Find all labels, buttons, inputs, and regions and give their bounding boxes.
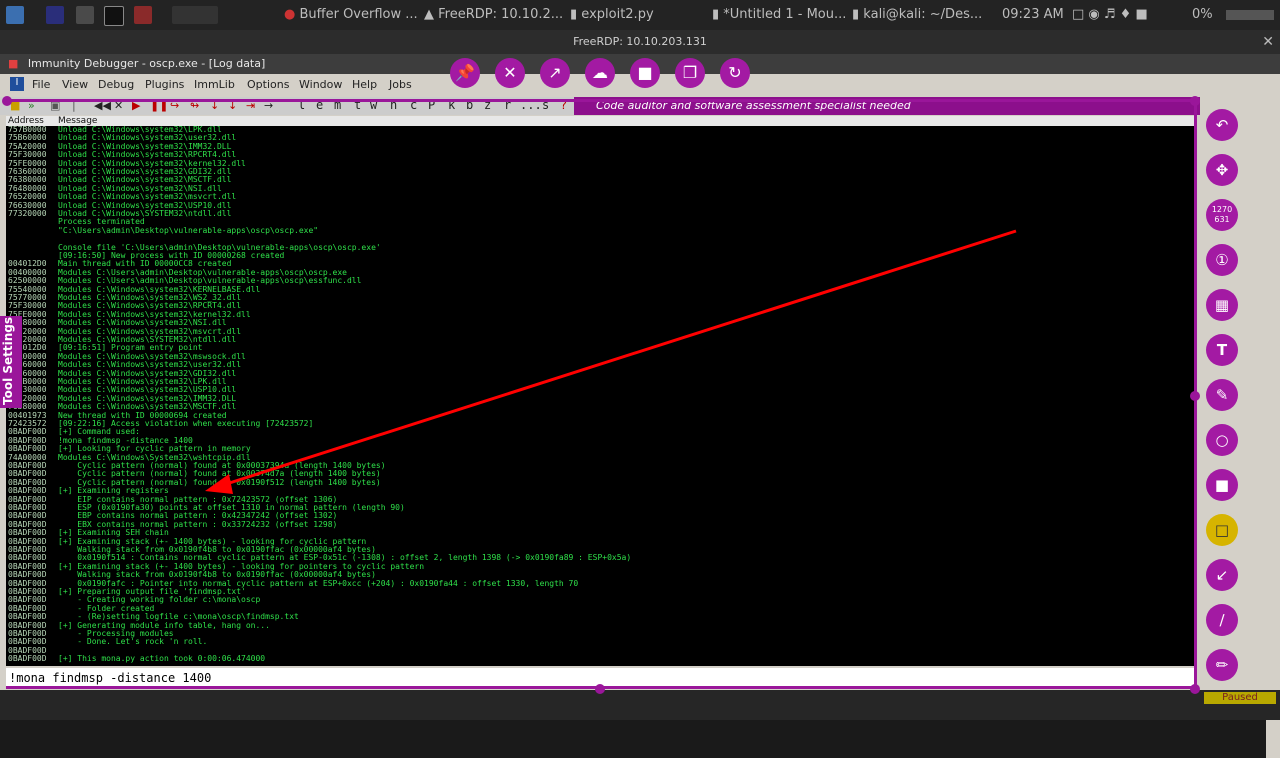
arrow-shaft bbox=[219, 229, 1017, 488]
arrow-head bbox=[205, 474, 233, 494]
annotation-arrow bbox=[205, 229, 1017, 494]
